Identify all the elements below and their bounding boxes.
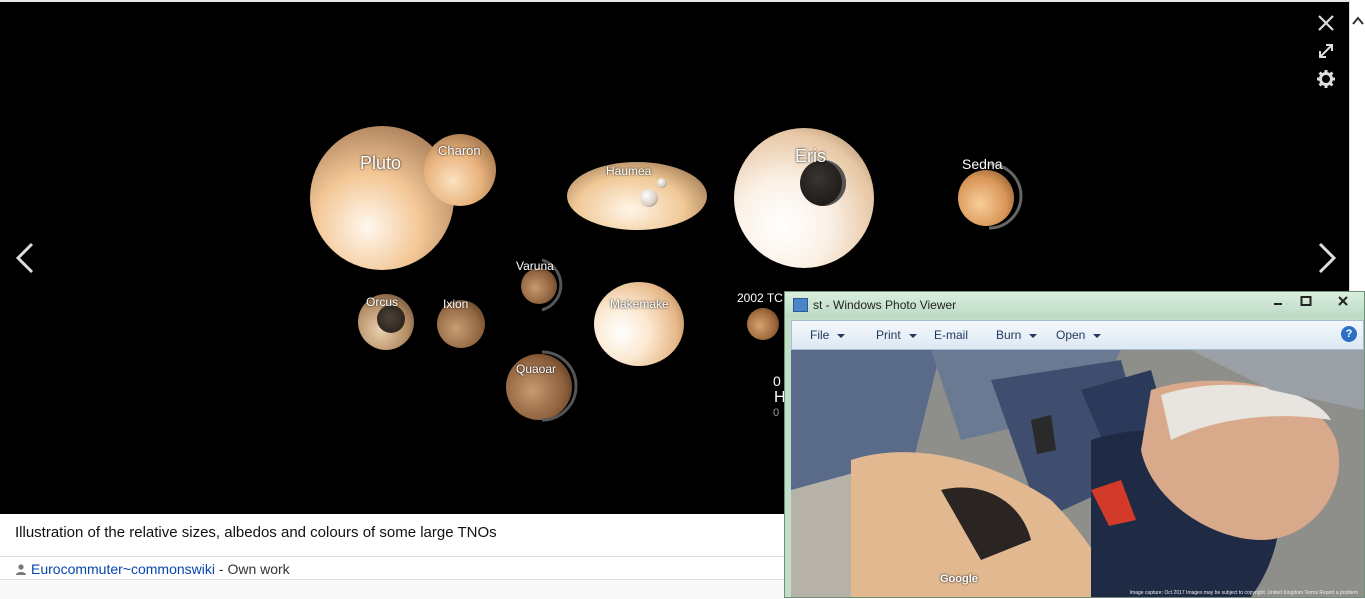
planet-label: Pluto <box>360 153 402 173</box>
menu-email[interactable]: E-mail <box>934 328 968 342</box>
photo-viewer-app-icon <box>793 298 808 312</box>
close-icon[interactable] <box>1314 13 1338 37</box>
dropdown-caret-icon <box>1093 333 1102 338</box>
planet-label: Varuna <box>516 259 554 273</box>
planet-label: Charon <box>438 143 481 158</box>
partial-text: 0 <box>773 407 780 419</box>
help-icon[interactable]: ? <box>1341 326 1357 342</box>
google-watermark: Google <box>940 573 978 585</box>
chevron-up-icon[interactable] <box>1352 14 1364 29</box>
menu-open[interactable]: Open <box>1056 328 1102 342</box>
planet-label: Makemake <box>610 297 669 311</box>
planet-label: Sedna <box>962 156 1003 172</box>
moon-vanth <box>377 305 405 333</box>
planet-label: Eris <box>795 146 826 166</box>
planet-label: Orcus <box>366 295 399 309</box>
orbit-ring <box>988 162 1023 230</box>
planet-2002tc <box>747 308 779 340</box>
image-caption: Illustration of the relative sizes, albe… <box>15 524 497 541</box>
author-line: Eurocommuter~commonswiki - Own work <box>15 561 290 577</box>
planet-label: Haumea <box>606 164 652 178</box>
planet-label: Ixion <box>443 297 469 311</box>
photo-viewer-menu: File Print E-mail Burn Open ? <box>791 320 1364 350</box>
dropdown-caret-icon <box>908 333 917 338</box>
photo-viewer-window[interactable]: st - Windows Photo Viewer File Print E-m… <box>784 291 1365 598</box>
planet-label: 2002 TC <box>737 291 783 305</box>
divider <box>0 556 784 557</box>
planet-makemake <box>594 282 684 366</box>
gear-icon[interactable] <box>1314 69 1338 93</box>
expand-icon[interactable] <box>1314 41 1338 65</box>
minimize-button[interactable] <box>1265 294 1291 312</box>
menu-print[interactable]: Print <box>876 328 917 342</box>
photo-content <box>791 350 1364 597</box>
close-button[interactable] <box>1325 294 1361 312</box>
author-suffix: - Own work <box>215 561 290 577</box>
author-link[interactable]: Eurocommuter~commonswiki <box>31 561 215 577</box>
dropdown-caret-icon <box>1029 333 1038 338</box>
window-title: st - Windows Photo Viewer <box>813 298 957 312</box>
footer-bar <box>0 579 784 599</box>
title-bar[interactable]: st - Windows Photo Viewer <box>785 292 1364 318</box>
displayed-photo: Google Image capture: Oct 2017 Images ma… <box>791 350 1364 597</box>
moon-hiiaka <box>640 189 658 207</box>
menu-file[interactable]: File <box>810 328 846 342</box>
chevron-right-icon[interactable] <box>1312 238 1342 278</box>
photo-fine-print: Image capture: Oct 2017 Images may be su… <box>1129 590 1358 596</box>
user-icon <box>16 564 26 575</box>
chevron-left-icon[interactable] <box>10 238 40 278</box>
maximize-button[interactable] <box>1293 294 1319 312</box>
dropdown-caret-icon <box>837 333 846 338</box>
menu-burn[interactable]: Burn <box>996 328 1038 342</box>
moon-namaka <box>657 178 667 188</box>
top-border <box>0 0 1349 2</box>
partial-text: 0 <box>773 373 781 389</box>
planet-label: Quaoar <box>516 362 557 376</box>
